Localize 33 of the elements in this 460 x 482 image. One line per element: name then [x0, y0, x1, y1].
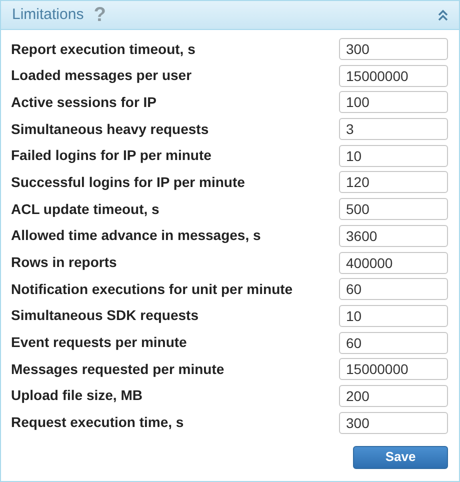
field-label: Simultaneous SDK requests — [11, 306, 198, 326]
field-label: Report execution timeout, s — [11, 40, 196, 59]
input-field[interactable]: 120 — [339, 171, 448, 194]
input-field[interactable]: 60 — [339, 332, 448, 354]
field-label: Loaded messages per user — [11, 66, 192, 86]
field-label: Event requests per minute — [11, 333, 187, 352]
input-field[interactable]: 300 — [339, 412, 448, 434]
field-label: Request execution time, s — [11, 413, 184, 432]
save-button[interactable]: Save — [353, 446, 448, 469]
field-label: Failed logins for IP per minute — [11, 146, 212, 166]
field-label: Simultaneous heavy requests — [11, 120, 209, 139]
field-label: Notification executions for unit per minute — [11, 280, 293, 299]
input-field[interactable]: 10 — [339, 144, 448, 167]
input-field[interactable]: 10 — [339, 304, 448, 327]
input-field[interactable]: 60 — [339, 278, 448, 300]
input-field[interactable]: 3600 — [339, 224, 448, 247]
field-label: ACL update timeout, s — [11, 200, 160, 219]
field-label: Successful logins for IP per minute — [11, 172, 245, 192]
input-field[interactable]: 300 — [339, 38, 448, 60]
panel-title: Limitations — [12, 4, 84, 25]
input-field[interactable]: 400000 — [339, 252, 448, 274]
input-field[interactable]: 15000000 — [339, 358, 448, 380]
collapse-icon[interactable] — [437, 9, 449, 21]
field-label: Upload file size, MB — [11, 386, 142, 406]
input-field[interactable]: 200 — [339, 384, 448, 407]
field-label: Allowed time advance in messages, s — [11, 226, 261, 246]
field-label: Rows in reports — [11, 253, 117, 272]
input-field[interactable]: 100 — [339, 91, 448, 114]
input-field[interactable]: 15000000 — [339, 64, 448, 87]
input-field[interactable]: 3 — [339, 118, 448, 140]
field-label: Messages requested per minute — [11, 360, 224, 379]
field-label: Active sessions for IP — [11, 92, 157, 112]
input-field[interactable]: 500 — [339, 198, 448, 220]
